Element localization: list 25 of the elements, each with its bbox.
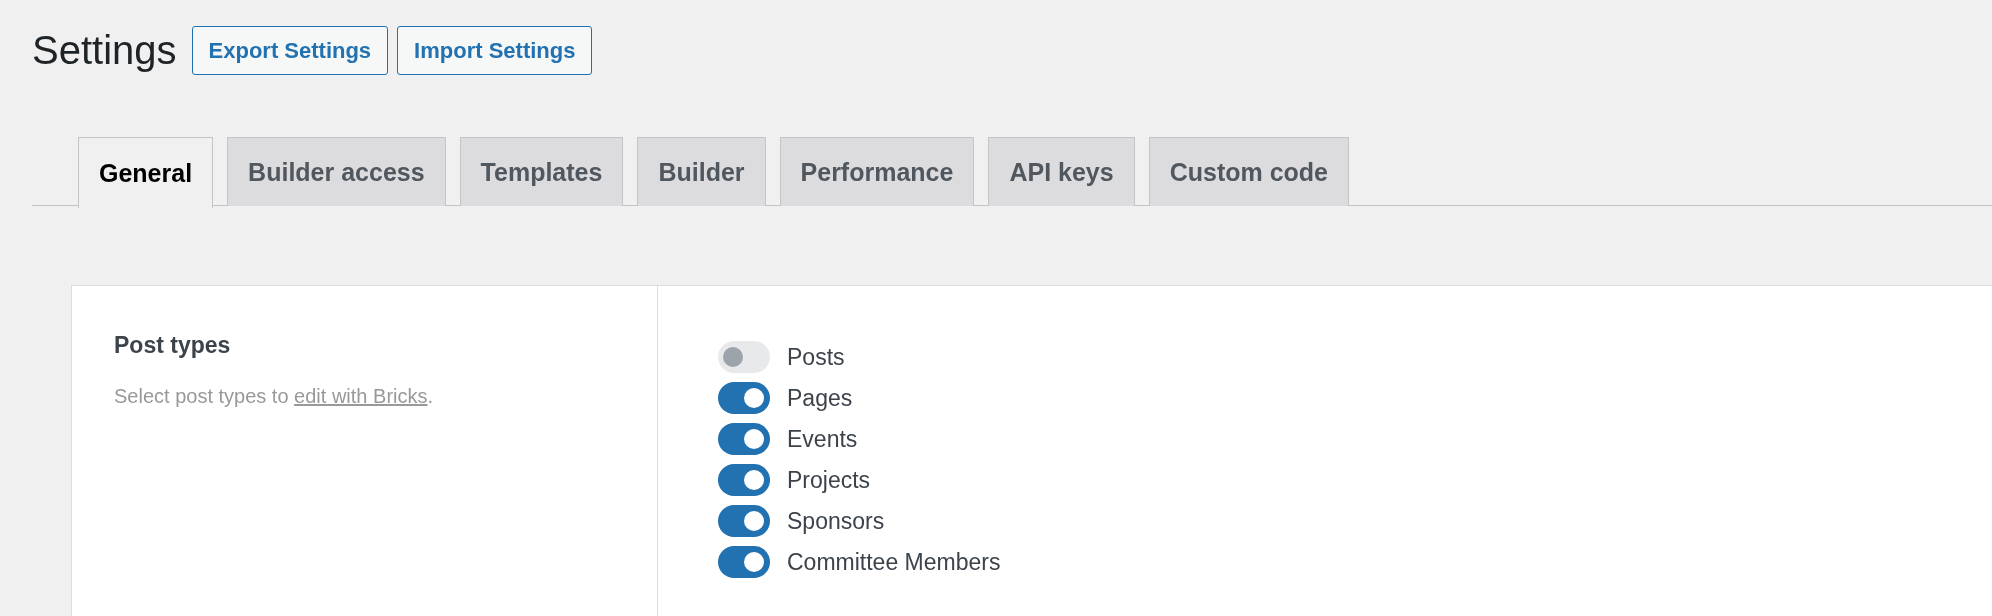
toggle-label: Sponsors (787, 507, 885, 535)
tab[interactable]: Builder (637, 137, 766, 206)
toggle-switch[interactable] (718, 423, 770, 455)
edit-link[interactable]: edit with Bricks (294, 385, 428, 407)
tab[interactable]: API keys (988, 137, 1135, 206)
section-description: Select post types to edit with Bricks. (114, 385, 435, 408)
tab[interactable]: Templates (459, 137, 624, 206)
toggle-switch[interactable] (718, 505, 770, 537)
toggle-switch[interactable] (718, 341, 770, 373)
toggle-switch[interactable] (718, 464, 770, 496)
toggle-label: Posts (787, 343, 845, 371)
toggle-label: Projects (787, 466, 871, 494)
toggle-switch[interactable] (718, 382, 770, 414)
header-button[interactable]: Export Settings (191, 26, 389, 75)
toggle-label: Pages (787, 384, 853, 412)
page-title: Settings (32, 28, 177, 73)
section-title: Post types (114, 332, 232, 359)
tab[interactable]: Builder access (227, 137, 446, 206)
header-button[interactable]: Import Settings (397, 26, 593, 75)
tab[interactable]: General (78, 137, 214, 208)
toggle-switch[interactable] (718, 546, 770, 578)
tab[interactable]: Custom code (1148, 137, 1349, 206)
toggle-label: Events (787, 425, 858, 453)
toggle-label: Committee Members (787, 548, 1001, 576)
tab[interactable]: Performance (779, 137, 975, 206)
